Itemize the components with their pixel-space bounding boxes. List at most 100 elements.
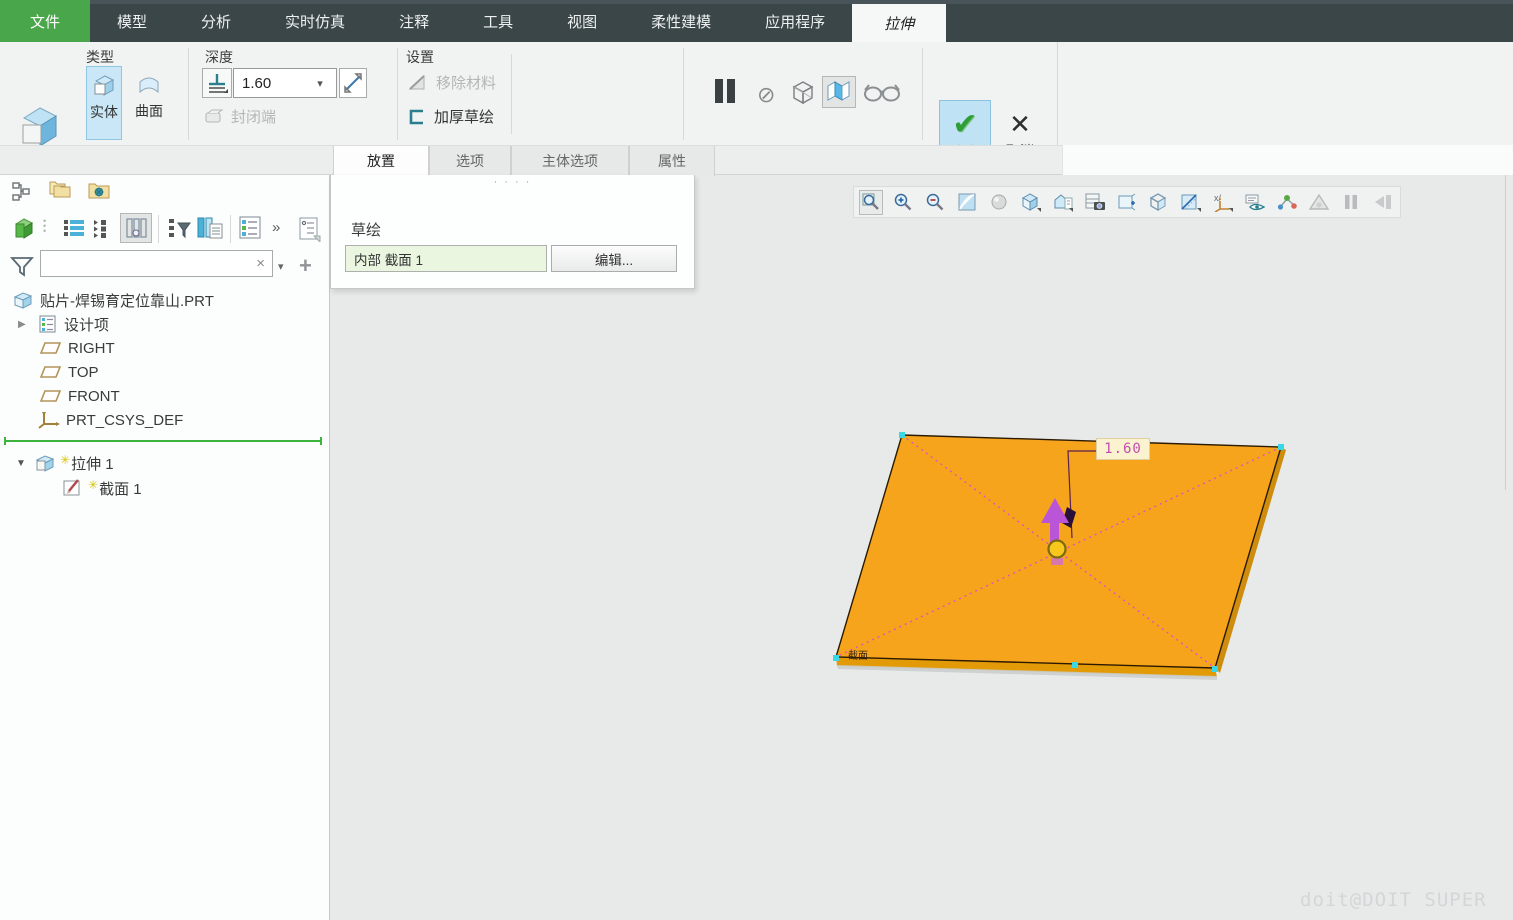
wireframe-cube-icon: [789, 79, 817, 105]
tree-item-extrude-1[interactable]: ▼ ✳ 拉伸 1: [16, 451, 114, 475]
tree-item-front-plane[interactable]: FRONT: [40, 384, 120, 408]
depth-dropdown-arrow-icon[interactable]: ▾: [310, 77, 330, 90]
tree-report-button[interactable]: [296, 216, 322, 245]
tab-placement[interactable]: 放置: [333, 146, 429, 176]
folder-browser-icon[interactable]: [46, 179, 74, 206]
plane-display-button[interactable]: [1115, 190, 1139, 215]
menu-tab-applications[interactable]: 应用程序: [738, 0, 852, 42]
surface-type-button[interactable]: 曲面: [128, 66, 170, 140]
blind-depth-icon: [205, 71, 229, 95]
expand-arrow-icon[interactable]: ▶: [18, 319, 32, 330]
repaint-button[interactable]: [955, 190, 979, 215]
depth-type-button[interactable]: [202, 68, 232, 98]
datum-display-filter-button[interactable]: x/: [1211, 190, 1235, 215]
section-name-tag: 截面: [848, 647, 868, 662]
solid-cube-icon: [91, 73, 117, 102]
tree-filter-button[interactable]: [166, 217, 192, 244]
menu-tab-extrude-active[interactable]: 拉伸: [852, 4, 946, 42]
part-cube-icon: [12, 290, 34, 310]
coordinate-system-icon: [38, 411, 60, 429]
tree-root-part[interactable]: 贴片-焊锡育定位靠山.PRT: [12, 288, 214, 312]
depth-dimension-label[interactable]: 1.60: [1096, 438, 1150, 460]
placement-handle[interactable]: [1049, 541, 1066, 558]
ribbon-separator: [511, 54, 512, 134]
display-style-button[interactable]: [1019, 190, 1043, 215]
regenerate-marker-icon: ✳: [88, 478, 98, 492]
tree-settings-columns-button[interactable]: [196, 216, 224, 243]
show-model-button[interactable]: [12, 215, 38, 244]
spin-center-button[interactable]: [1275, 190, 1299, 215]
menu-tab-view[interactable]: 视图: [540, 0, 624, 42]
zoom-out-button[interactable]: [923, 190, 947, 215]
annotation-display-button[interactable]: [1243, 190, 1267, 215]
depth-value-input[interactable]: [234, 75, 310, 92]
anchor-marker: [1051, 558, 1063, 565]
flip-direction-button[interactable]: [339, 68, 367, 98]
flip-arrows-icon: [342, 72, 364, 94]
favorites-folder-icon[interactable]: [86, 180, 112, 205]
no-preview-button[interactable]: ⊘: [757, 82, 775, 108]
watermark-text: doit@DOIT SUPER: [1300, 889, 1487, 911]
datum-plane-icon: [40, 388, 62, 404]
solid-type-label: 实体: [90, 102, 118, 122]
menu-tab-live-simulation[interactable]: 实时仿真: [258, 0, 372, 42]
tab-options[interactable]: 选项: [429, 146, 511, 176]
zoom-fit-button[interactable]: [859, 190, 883, 215]
panel-grip-handle[interactable]: · · · ·: [331, 176, 694, 188]
menu-tab-analysis[interactable]: 分析: [174, 0, 258, 42]
thicken-sketch-toggle[interactable]: 加厚草绘: [407, 106, 494, 127]
capped-ends-icon: [204, 109, 224, 125]
tab-properties[interactable]: 属性: [629, 146, 715, 176]
toolbar-overflow-chevron[interactable]: »: [272, 219, 280, 236]
saved-orientations-button[interactable]: [1051, 190, 1075, 215]
design-items-icon: [38, 314, 58, 334]
tree-insert-locator[interactable]: [4, 440, 322, 442]
filter-clear-icon[interactable]: ×: [249, 255, 272, 272]
pause-icon: [710, 76, 740, 106]
extrude-ribbon: 类型 实体 曲面 深度 ▾: [0, 42, 1513, 145]
tree-filter-input[interactable]: [41, 256, 249, 271]
menu-tab-flexible-modeling[interactable]: 柔性建模: [624, 0, 738, 42]
tree-item-design-items[interactable]: ▶ 设计项: [18, 312, 109, 336]
menu-tab-model[interactable]: 模型: [90, 0, 174, 42]
shaded-preview-button[interactable]: [822, 76, 856, 108]
view-normal-button[interactable]: [1147, 190, 1171, 215]
collapse-arrow-icon[interactable]: ▼: [16, 458, 30, 469]
verify-glasses-button[interactable]: [862, 80, 902, 107]
tree-list-view-button[interactable]: [62, 217, 86, 242]
solid-type-button[interactable]: 实体: [86, 66, 122, 140]
section-display-button[interactable]: [1179, 190, 1203, 215]
tree-item-top-plane[interactable]: TOP: [40, 360, 99, 384]
menu-tab-file[interactable]: 文件: [0, 0, 90, 42]
shaded-preview-icon: [825, 80, 853, 104]
vertex-marker: [833, 655, 839, 661]
tree-item-right-plane[interactable]: RIGHT: [40, 336, 115, 360]
filter-funnel-icon[interactable]: [10, 255, 34, 280]
menu-tab-tools[interactable]: 工具: [456, 0, 540, 42]
menu-tab-annotate[interactable]: 注释: [372, 0, 456, 42]
capped-ends-label: 封闭端: [231, 106, 276, 127]
ok-check-icon: ✔: [952, 110, 977, 140]
filter-dropdown-arrow[interactable]: ▾: [278, 260, 284, 273]
model-tree-tab-icon[interactable]: [10, 181, 32, 206]
design-items-list-button[interactable]: [238, 215, 264, 244]
filter-add-button[interactable]: +: [299, 253, 312, 279]
remove-material-label: 移除材料: [436, 72, 496, 93]
wireframe-preview-button[interactable]: [789, 79, 817, 108]
pause-button-disabled: [1339, 190, 1363, 215]
toolbar-grip-dots: •••: [43, 219, 46, 234]
sketch-collector-field[interactable]: 内部 截面 1: [345, 245, 547, 272]
pause-feature-button[interactable]: [710, 76, 740, 109]
datum-plane-icon: [40, 340, 62, 356]
tree-detail-view-button[interactable]: [92, 217, 116, 242]
shading-mode-button[interactable]: [987, 190, 1011, 215]
tab-body-options[interactable]: 主体选项: [511, 146, 629, 176]
remove-material-toggle: 移除材料: [407, 72, 496, 93]
tree-columns-button[interactable]: [120, 213, 152, 243]
depth-group-label: 深度: [205, 47, 233, 67]
edit-sketch-button[interactable]: 编辑...: [551, 245, 677, 272]
view-images-button[interactable]: [1083, 190, 1107, 215]
zoom-in-button[interactable]: [891, 190, 915, 215]
tree-item-section-1[interactable]: ✳ 截面 1: [62, 476, 142, 500]
tree-item-csys[interactable]: PRT_CSYS_DEF: [38, 408, 183, 432]
